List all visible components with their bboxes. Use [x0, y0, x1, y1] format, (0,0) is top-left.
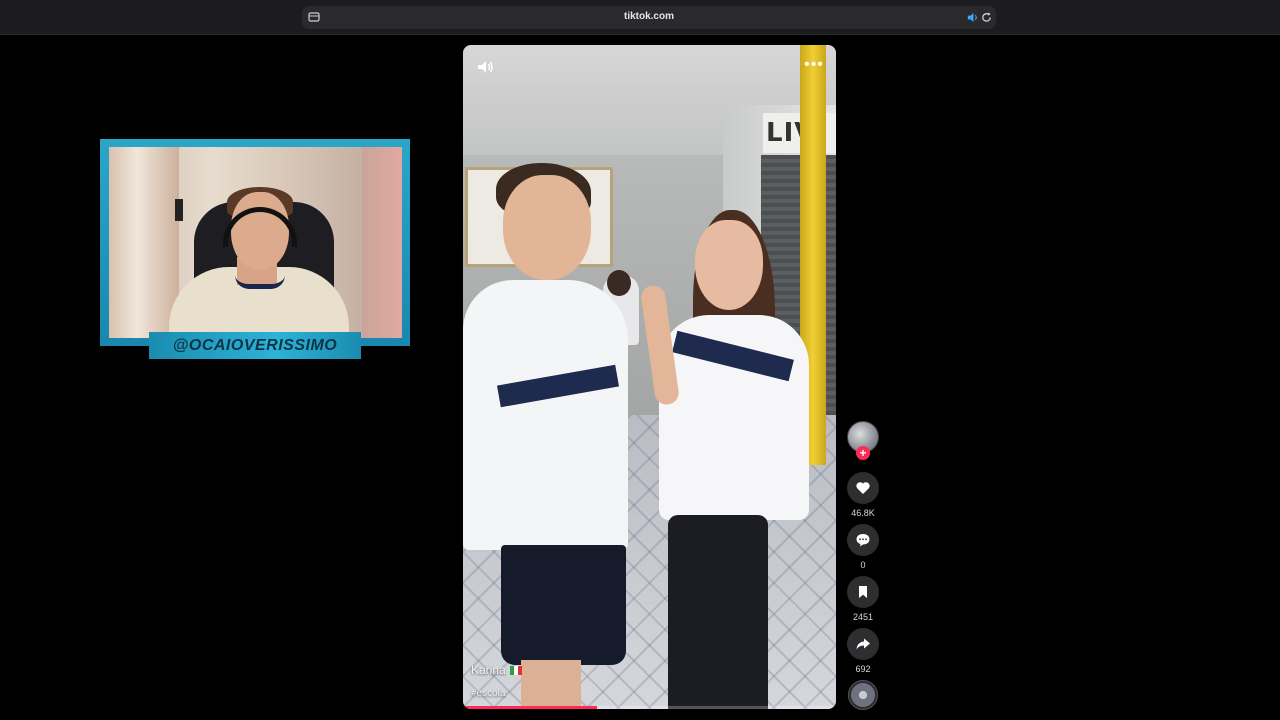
curtain: [109, 147, 179, 338]
more-icon[interactable]: •••: [804, 57, 824, 73]
address-bar[interactable]: tiktok.com: [302, 6, 996, 29]
video-hashtag[interactable]: #escola: [471, 688, 505, 699]
heart-icon: [856, 482, 870, 494]
boy-face: [503, 175, 591, 280]
music-disc[interactable]: [848, 680, 878, 710]
bookmark-icon: [859, 586, 867, 598]
comment-button[interactable]: [847, 524, 879, 556]
webcam-feed: [109, 147, 402, 338]
lamp: [175, 199, 183, 221]
video-author[interactable]: Karina: [471, 663, 522, 677]
comment-icon: [856, 534, 870, 547]
save-button[interactable]: [847, 576, 879, 608]
boy-shirt: [463, 280, 628, 550]
girl-pants: [668, 515, 768, 709]
background-person-head: [607, 270, 631, 296]
video-progress-bar[interactable]: [463, 706, 836, 709]
streamer-handle: @OCAIOVERISSIMO: [172, 337, 338, 354]
author-name[interactable]: Karina: [471, 663, 506, 677]
boy-leg: [521, 660, 581, 709]
url-text[interactable]: tiktok.com: [302, 11, 996, 22]
video-player[interactable]: LIV ••• Karina #escola: [463, 45, 836, 709]
share-button[interactable]: [847, 628, 879, 660]
plus-icon[interactable]: +: [856, 446, 870, 460]
streamer-nameplate: @OCAIOVERISSIMO: [149, 332, 361, 359]
share-count: 692: [855, 664, 871, 674]
like-button[interactable]: [847, 472, 879, 504]
reload-icon[interactable]: [980, 11, 993, 24]
comment-count: 0: [860, 560, 866, 570]
like-count: 46.8K: [851, 508, 875, 518]
girl-face: [695, 220, 763, 310]
volume-icon[interactable]: [476, 58, 494, 76]
speaker-icon[interactable]: [966, 11, 979, 24]
video-progress-fill: [463, 706, 598, 709]
webcam-overlay: [100, 139, 410, 346]
boy-shorts: [501, 545, 626, 665]
curtain-right: [362, 147, 402, 338]
save-count: 2451: [852, 612, 874, 622]
shirt-collar: [235, 275, 285, 289]
italy-flag-icon: [509, 666, 522, 676]
browser-toolbar: tiktok.com: [0, 0, 1280, 35]
share-icon: [856, 638, 870, 650]
